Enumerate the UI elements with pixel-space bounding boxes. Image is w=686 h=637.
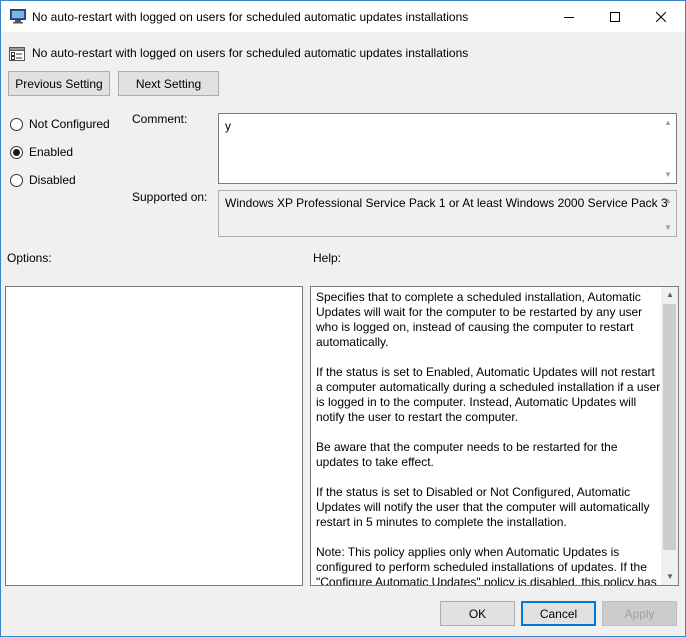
title-bar[interactable]: No auto-restart with logged on users for… [1,1,685,32]
scroll-up-arrow-icon[interactable]: ▲ [664,197,672,205]
options-label: Options: [7,251,52,265]
supported-on-label: Supported on: [132,190,208,204]
help-paragraph: Note: This policy applies only when Auto… [316,545,657,586]
policy-heading: No auto-restart with logged on users for… [32,46,469,60]
help-paragraph: Specifies that to complete a scheduled i… [316,290,643,349]
minimize-button[interactable] [546,1,592,32]
close-button[interactable] [638,1,684,32]
radio-disabled[interactable]: Disabled [10,173,76,187]
comment-scrollbar[interactable]: ▲ ▼ [659,114,676,183]
next-setting-button[interactable]: Next Setting [118,71,219,96]
maximize-button[interactable] [592,1,638,32]
help-scroll-thumb[interactable] [663,304,676,550]
help-label: Help: [313,251,342,265]
ok-button[interactable]: OK [440,601,515,626]
scroll-up-arrow-icon[interactable]: ▲ [666,291,674,299]
comment-field[interactable]: y ▲ ▼ [218,113,677,184]
help-paragraph: If the status is set to Enabled, Automat… [316,365,661,424]
previous-setting-button[interactable]: Previous Setting [8,71,110,96]
comment-label: Comment: [132,112,188,126]
close-icon [656,11,666,22]
radio-disabled-label: Disabled [29,173,76,187]
scroll-down-arrow-icon[interactable]: ▼ [666,573,674,581]
scroll-down-arrow-icon[interactable]: ▼ [664,171,672,179]
radio-not-configured-label: Not Configured [29,117,110,131]
minimize-icon [564,16,574,18]
help-paragraph: Be aware that the computer needs to be r… [316,440,618,469]
help-panel[interactable]: Specifies that to complete a scheduled i… [310,286,679,586]
policy-dialog-window: No auto-restart with logged on users for… [0,0,686,637]
scroll-up-arrow-icon[interactable]: ▲ [664,119,672,127]
options-panel [5,286,303,586]
maximize-icon [610,11,620,22]
radio-enabled-indicator[interactable] [10,145,23,159]
cancel-button[interactable]: Cancel [521,601,596,626]
help-scrollbar[interactable]: ▲ ▼ [661,287,678,585]
policy-app-icon [10,9,26,24]
window-title: No auto-restart with logged on users for… [32,10,469,24]
help-paragraph: If the status is set to Disabled or Not … [316,485,650,529]
radio-not-configured-indicator[interactable] [10,117,23,131]
policy-setting-icon [9,47,25,61]
help-text: Specifies that to complete a scheduled i… [316,290,663,586]
radio-enabled-label: Enabled [29,145,74,159]
radio-disabled-indicator[interactable] [10,173,23,187]
supported-on-value: Windows XP Professional Service Pack 1 o… [225,196,668,210]
apply-button[interactable]: Apply [602,601,677,626]
comment-value: y [225,119,231,133]
supported-on-field: Windows XP Professional Service Pack 1 o… [218,190,677,237]
supported-scrollbar[interactable]: ▲ ▼ [659,191,676,236]
radio-not-configured[interactable]: Not Configured [10,117,110,131]
scroll-down-arrow-icon[interactable]: ▼ [664,224,672,232]
radio-enabled[interactable]: Enabled [10,145,73,159]
